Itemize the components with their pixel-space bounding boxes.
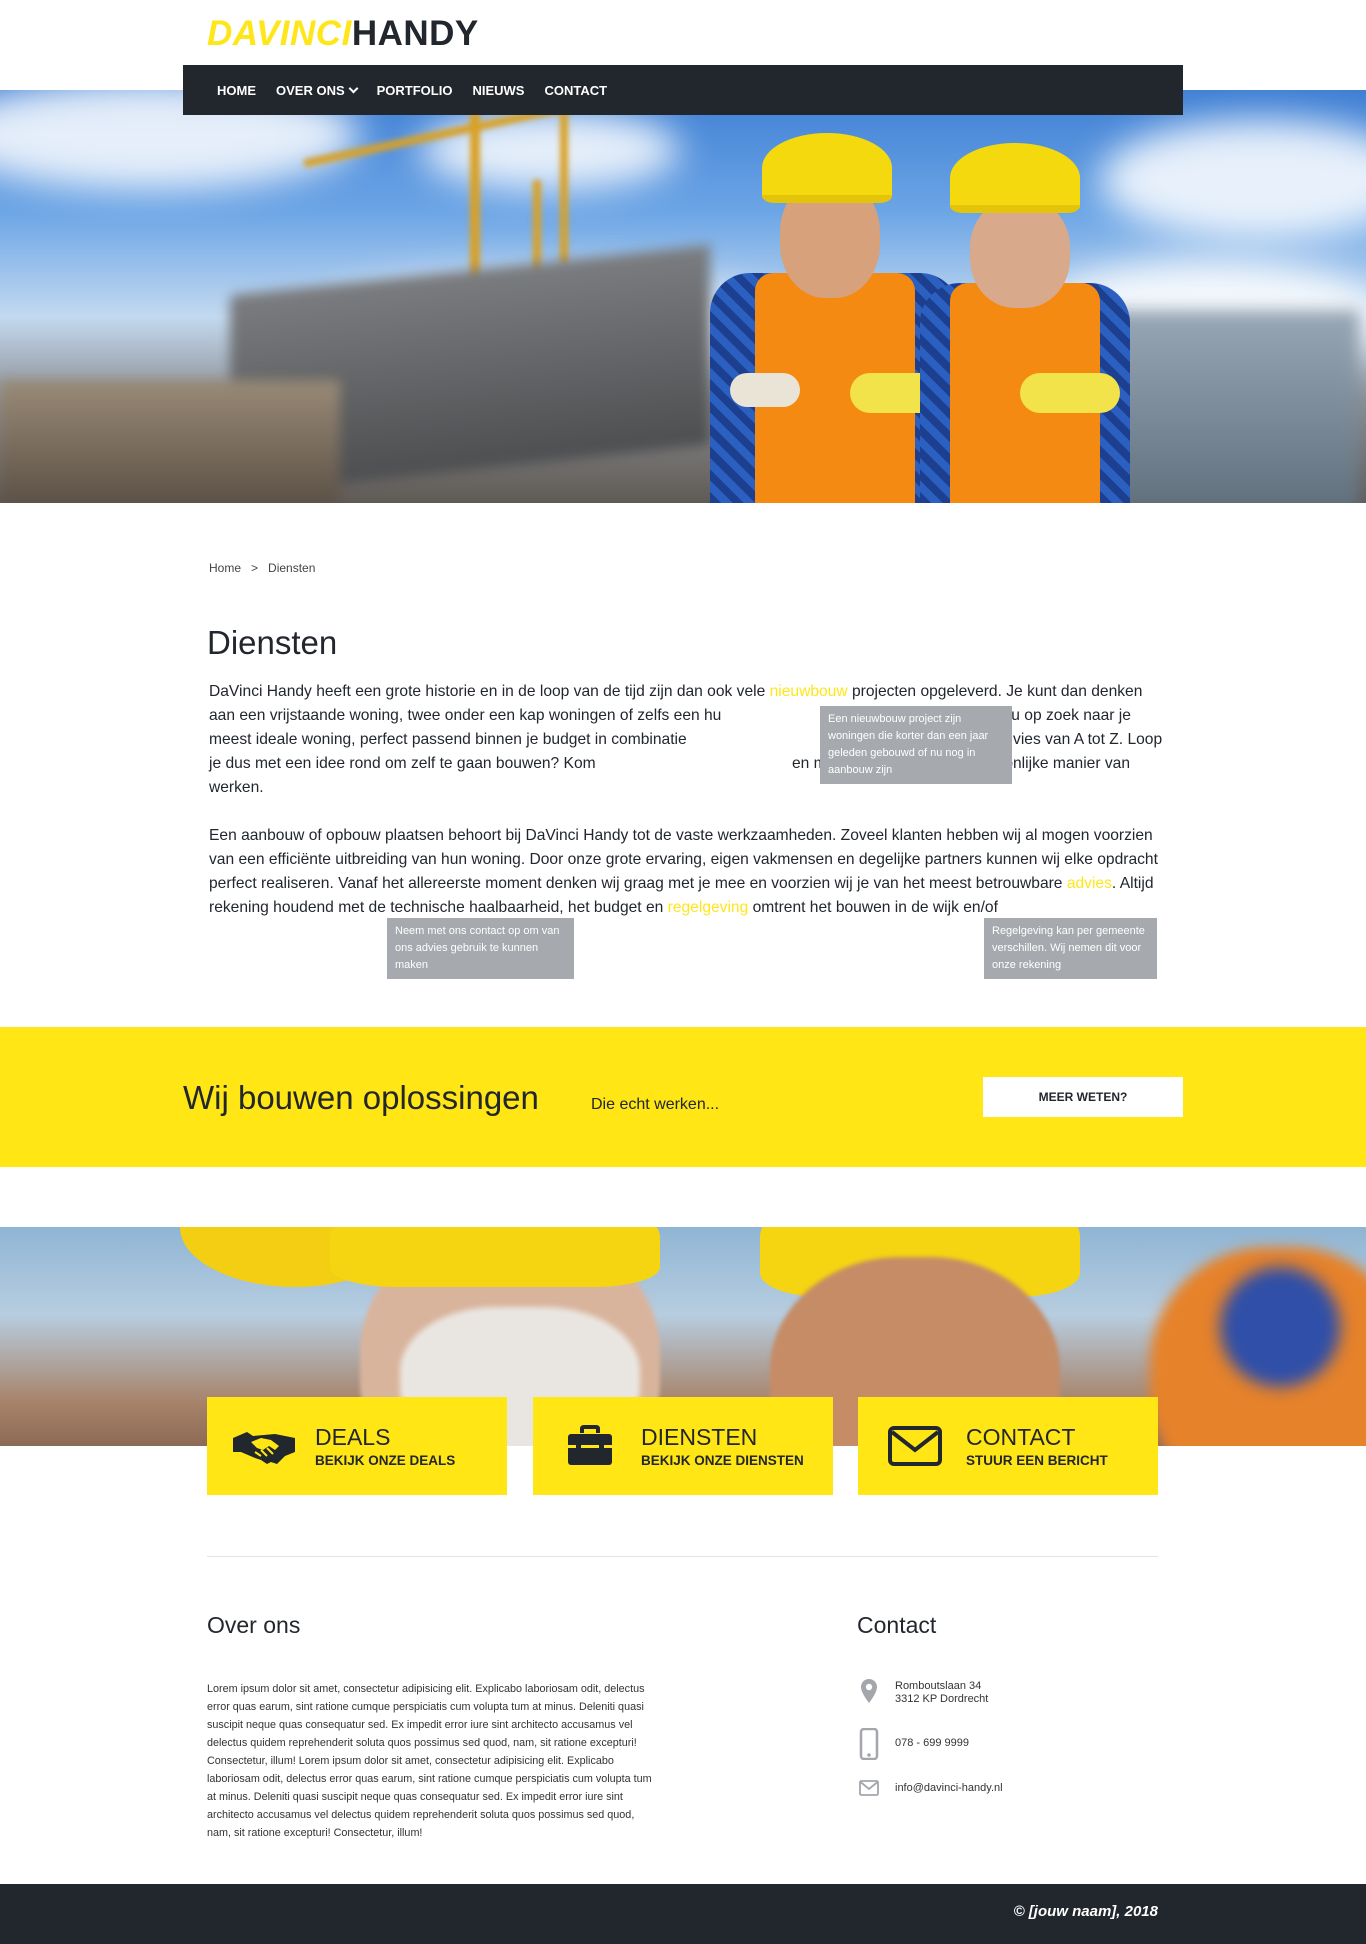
contact-phone: 078 - 699 9999 xyxy=(857,1728,969,1760)
contact-address: Romboutslaan 34 3312 KP Dordrecht xyxy=(857,1678,988,1706)
breadcrumb-current: Diensten xyxy=(268,561,316,575)
logo-part1: DAVINCI xyxy=(207,14,352,53)
cta-subtitle: Die echt werken... xyxy=(591,1096,720,1113)
nav-contact[interactable]: CONTACT xyxy=(544,83,607,98)
phone-icon xyxy=(857,1728,881,1760)
logo-part2: HANDY xyxy=(351,14,479,53)
breadcrumb: Home > Diensten xyxy=(209,561,315,575)
about-text: Lorem ipsum dolor sit amet, consectetur … xyxy=(207,1683,652,1839)
address-line1: Romboutslaan 34 xyxy=(895,1680,982,1692)
card-diensten-title: DIENSTEN xyxy=(641,1424,758,1450)
location-pin-icon xyxy=(857,1678,881,1704)
nav-portfolio[interactable]: PORTFOLIO xyxy=(377,83,453,98)
footer-bar: © [jouw naam], 2018 xyxy=(0,1884,1366,1944)
cta-band: Wij bouwen oplossingen Die echt werken..… xyxy=(0,1027,1366,1167)
link-nieuwbouw[interactable]: nieuwbouw xyxy=(770,683,848,700)
nav-nieuws[interactable]: NIEUWS xyxy=(472,83,524,98)
card-deals-subtitle: BEKIJK ONZE DEALS xyxy=(315,1453,456,1468)
p2-text-a: Een aanbouw of opbouw plaatsen behoort b… xyxy=(209,827,1158,892)
site-logo[interactable]: DAVINCIHANDY xyxy=(207,12,479,56)
about-title: Over ons xyxy=(207,1612,301,1638)
main-nav: HOME OVER ONS PORTFOLIO NIEUWS CONTACT xyxy=(183,65,1183,115)
tooltip-advies: Neem met ons contact op om van ons advie… xyxy=(387,918,574,979)
email-address[interactable]: info@davinci-handy.nl xyxy=(895,1780,1003,1795)
hero-image xyxy=(0,90,1366,503)
address-line2: 3312 KP Dordrecht xyxy=(895,1693,989,1705)
link-advies[interactable]: advies xyxy=(1067,875,1112,892)
card-contact-subtitle: STUUR EEN BERICHT xyxy=(966,1453,1108,1468)
tooltip-nieuwbouw: Een nieuwbouw project zijn woningen die … xyxy=(820,706,1012,784)
contact-email: info@davinci-handy.nl xyxy=(857,1780,1003,1796)
nav-home[interactable]: HOME xyxy=(217,83,256,98)
p1-text-a: DaVinci Handy heeft een grote historie e… xyxy=(209,683,770,700)
breadcrumb-home[interactable]: Home xyxy=(209,561,241,575)
section-divider xyxy=(207,1556,1158,1557)
p2-text-c: omtrent het bouwen in de wijk en/of xyxy=(748,899,998,916)
card-diensten-subtitle: BEKIJK ONZE DIENSTEN xyxy=(641,1453,804,1468)
mail-icon xyxy=(857,1780,881,1796)
intro-paragraph: DaVinci Handy heeft een grote historie e… xyxy=(209,680,1164,800)
toolbox-icon xyxy=(557,1421,623,1471)
cta-title: Wij bouwen oplossingen xyxy=(183,1079,539,1116)
services-paragraph: Een aanbouw of opbouw plaatsen behoort b… xyxy=(209,824,1164,920)
nav-over-ons-label: OVER ONS xyxy=(276,82,345,98)
envelope-icon xyxy=(882,1421,948,1471)
nav-over-ons[interactable]: OVER ONS xyxy=(276,82,359,98)
link-regelgeving[interactable]: regelgeving xyxy=(668,899,749,916)
contact-title: Contact xyxy=(857,1612,937,1638)
meer-weten-button[interactable]: MEER WETEN? xyxy=(983,1077,1183,1117)
phone-number[interactable]: 078 - 699 9999 xyxy=(895,1728,969,1750)
card-deals[interactable]: DEALS BEKIJK ONZE DEALS xyxy=(207,1397,507,1495)
copyright: © [jouw naam], 2018 xyxy=(1013,1903,1158,1920)
tooltip-regelgeving: Regelgeving kan per gemeente verschillen… xyxy=(984,918,1157,979)
card-diensten[interactable]: DIENSTEN BEKIJK ONZE DIENSTEN xyxy=(533,1397,833,1495)
card-contact[interactable]: CONTACT STUUR EEN BERICHT xyxy=(858,1397,1158,1495)
card-contact-title: CONTACT xyxy=(966,1424,1076,1450)
chevron-down-icon xyxy=(348,83,359,93)
card-deals-title: DEALS xyxy=(315,1424,391,1450)
breadcrumb-separator: > xyxy=(251,561,259,575)
page-title: Diensten xyxy=(207,624,338,661)
handshake-icon xyxy=(231,1421,297,1471)
